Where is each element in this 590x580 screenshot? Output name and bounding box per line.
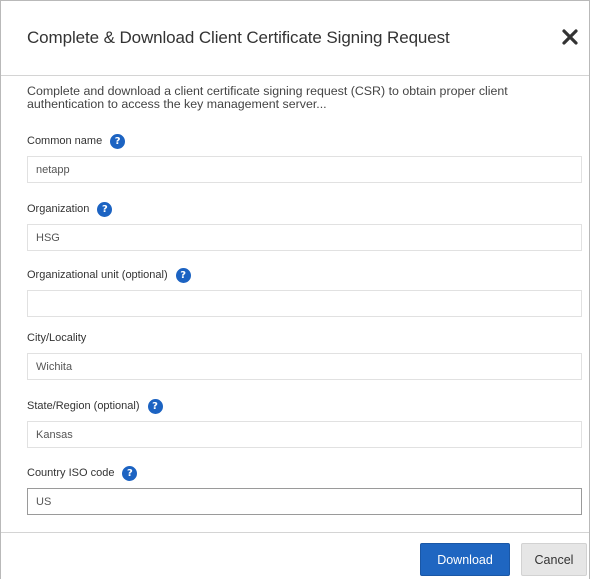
dialog-body: Complete and download a client certifica… bbox=[1, 76, 589, 531]
state-region-input[interactable] bbox=[27, 421, 582, 448]
state-region-help-icon[interactable]: ? bbox=[147, 398, 163, 414]
organizational-unit-help-icon[interactable]: ? bbox=[175, 267, 191, 283]
dialog-footer: Download Cancel bbox=[1, 532, 589, 580]
cancel-button[interactable]: Cancel bbox=[521, 543, 587, 576]
organization-label-text: Organization bbox=[27, 203, 90, 215]
dialog-header: Complete & Download Client Certificate S… bbox=[1, 1, 589, 76]
common-name-help-icon[interactable]: ? bbox=[110, 133, 126, 149]
download-button[interactable]: Download bbox=[420, 543, 510, 576]
common-name-label: Common name ? bbox=[27, 132, 126, 150]
intro-text: Complete and download a client certifica… bbox=[27, 84, 508, 111]
organizational-unit-input[interactable] bbox=[27, 290, 582, 317]
state-region-label-text: State/Region (optional) bbox=[27, 400, 140, 412]
city-locality-input[interactable] bbox=[27, 353, 582, 380]
organization-input[interactable] bbox=[27, 224, 582, 251]
common-name-label-text: Common name bbox=[27, 135, 103, 147]
organization-help-icon[interactable]: ? bbox=[97, 201, 113, 217]
dialog-title: Complete & Download Client Certificate S… bbox=[27, 28, 450, 47]
common-name-input[interactable] bbox=[27, 156, 582, 183]
organizational-unit-label: Organizational unit (optional) ? bbox=[27, 266, 191, 284]
state-region-label: State/Region (optional) ? bbox=[27, 397, 163, 415]
city-locality-label-text: City/Locality bbox=[27, 332, 87, 344]
organization-label: Organization ? bbox=[27, 200, 113, 218]
country-iso-code-input[interactable] bbox=[27, 488, 582, 515]
csr-dialog: Complete & Download Client Certificate S… bbox=[0, 0, 590, 580]
country-iso-code-label-text: Country ISO code bbox=[27, 467, 115, 479]
close-icon[interactable] bbox=[557, 24, 583, 50]
country-iso-code-help-icon[interactable]: ? bbox=[122, 465, 138, 481]
organizational-unit-label-text: Organizational unit (optional) bbox=[27, 269, 168, 281]
country-iso-code-label: Country ISO code ? bbox=[27, 464, 138, 482]
city-locality-label: City/Locality bbox=[27, 329, 86, 347]
